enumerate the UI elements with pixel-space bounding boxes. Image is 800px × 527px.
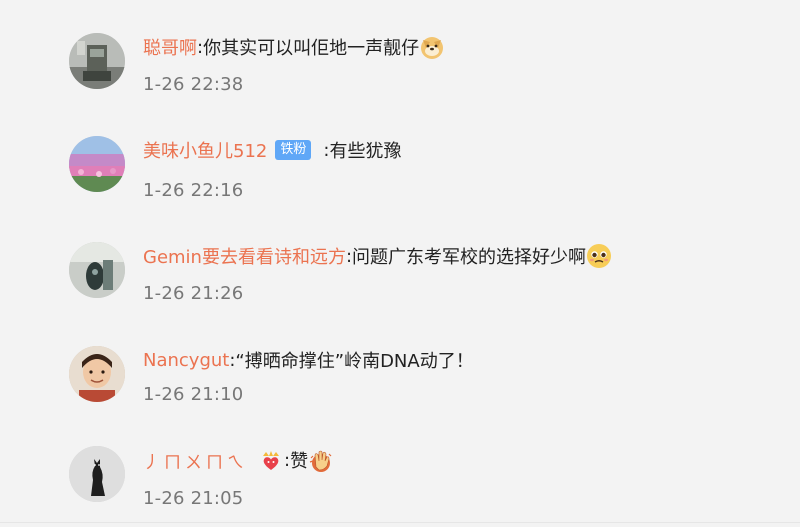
comment-line: 美味小鱼儿512 铁粉 : 有些犹豫: [143, 136, 401, 164]
pleading-face-emoji-icon: [586, 243, 612, 269]
comment-line: 丿ㄇㄨㄇㄟ : 赞: [143, 446, 334, 474]
comment-line: Gemin要去看看诗和远方 : 问题广东考军校的选择好少啊: [143, 242, 612, 270]
comment-text: 赞: [290, 451, 309, 472]
comment-text: 有些犹豫: [329, 141, 402, 162]
comment-text: “搏晒命撑住”岭南DNA动了！: [235, 351, 474, 372]
comment-timestamp: 1-26 21:26: [143, 283, 244, 304]
comment-line: Nancygut : “搏晒命撑住”岭南DNA动了！: [143, 346, 474, 374]
avatar[interactable]: [69, 446, 125, 502]
comment-text: 问题广东考军校的选择好少啊: [352, 247, 587, 268]
avatar[interactable]: [69, 242, 125, 298]
comment-line: 聪哥啊 : 你其实可以叫佢地一声靓仔: [143, 33, 445, 61]
crown-heart-icon: [260, 449, 282, 471]
comment-timestamp: 1-26 21:10: [143, 384, 244, 405]
comment-text: 你其实可以叫佢地一声靓仔: [203, 38, 420, 59]
comment-username[interactable]: Gemin要去看看诗和远方: [143, 243, 346, 269]
comment-username[interactable]: 聪哥啊: [143, 34, 197, 60]
comment-username[interactable]: 美味小鱼儿512: [143, 137, 267, 163]
comment-timestamp: 1-26 22:38: [143, 74, 244, 95]
avatar[interactable]: [69, 33, 125, 89]
divider: [0, 522, 800, 523]
comment-username[interactable]: 丿ㄇㄨㄇㄟ: [143, 448, 248, 473]
avatar[interactable]: [69, 346, 125, 402]
comment-timestamp: 1-26 22:16: [143, 180, 244, 201]
comment-username[interactable]: Nancygut: [143, 350, 229, 371]
comment-timestamp: 1-26 21:05: [143, 488, 244, 509]
clapping-hands-emoji-icon: [308, 447, 334, 473]
fan-badge[interactable]: 铁粉: [275, 140, 312, 160]
doge-emoji-icon: [419, 34, 445, 60]
comment-feed: 聪哥啊 : 你其实可以叫佢地一声靓仔 1-26 22:38 美味小鱼儿512 铁…: [0, 0, 800, 527]
avatar[interactable]: [69, 136, 125, 192]
